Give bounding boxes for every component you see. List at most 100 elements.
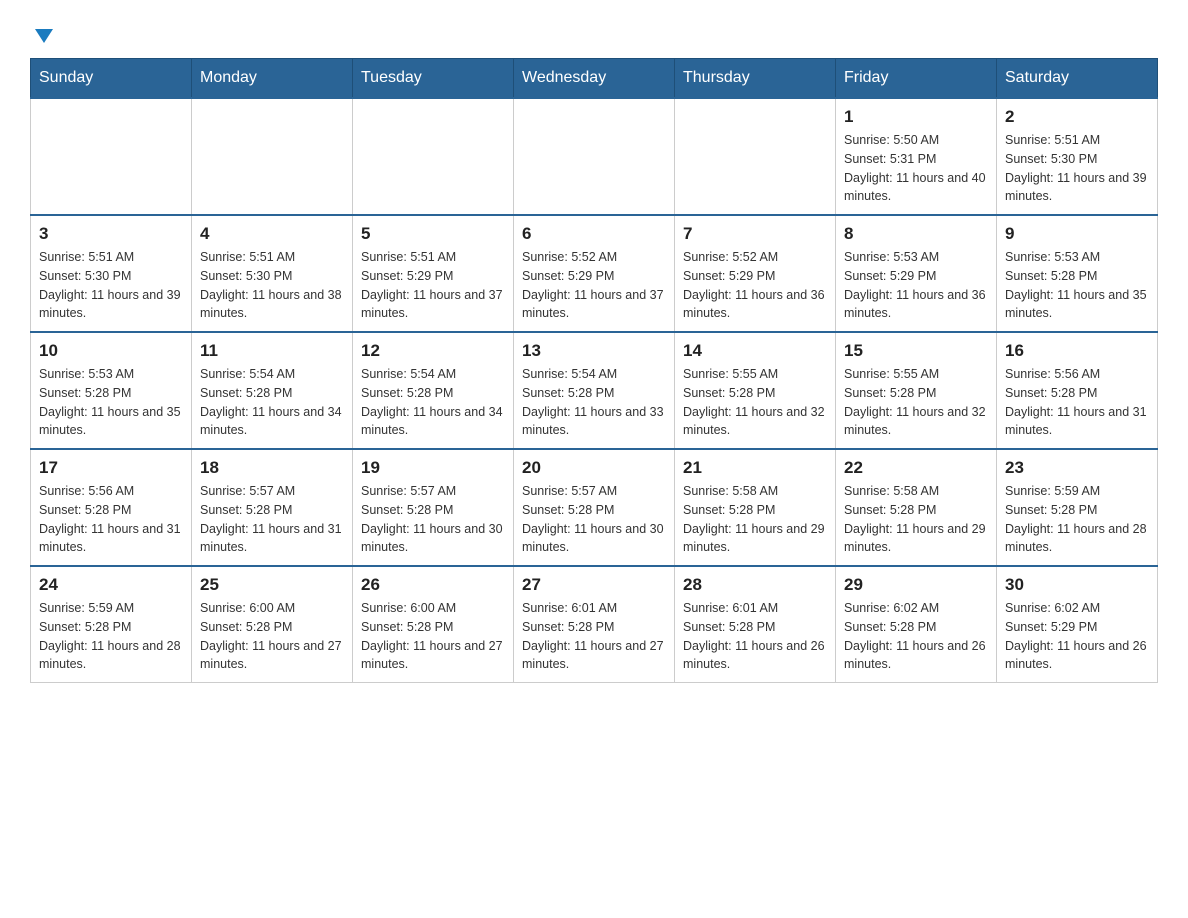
day-info: Sunset: 5:28 PM [361, 618, 505, 637]
day-info: Sunrise: 5:51 AM [1005, 131, 1149, 150]
day-info: Sunrise: 5:54 AM [200, 365, 344, 384]
day-of-week-header: Wednesday [514, 59, 675, 99]
day-info: Daylight: 11 hours and 29 minutes. [683, 520, 827, 558]
day-info: Sunset: 5:30 PM [1005, 150, 1149, 169]
day-info: Sunrise: 5:51 AM [200, 248, 344, 267]
day-number: 19 [361, 458, 505, 478]
calendar-cell: 27Sunrise: 6:01 AMSunset: 5:28 PMDayligh… [514, 566, 675, 683]
day-info: Sunrise: 5:56 AM [39, 482, 183, 501]
calendar-week-row: 10Sunrise: 5:53 AMSunset: 5:28 PMDayligh… [31, 332, 1158, 449]
calendar-table: SundayMondayTuesdayWednesdayThursdayFrid… [30, 58, 1158, 683]
day-info: Daylight: 11 hours and 37 minutes. [522, 286, 666, 324]
calendar-cell: 7Sunrise: 5:52 AMSunset: 5:29 PMDaylight… [675, 215, 836, 332]
day-info: Sunset: 5:28 PM [1005, 267, 1149, 286]
day-info: Daylight: 11 hours and 34 minutes. [361, 403, 505, 441]
day-number: 2 [1005, 107, 1149, 127]
day-of-week-header: Sunday [31, 59, 192, 99]
day-info: Daylight: 11 hours and 26 minutes. [844, 637, 988, 675]
day-info: Sunrise: 5:54 AM [361, 365, 505, 384]
day-info: Sunset: 5:28 PM [200, 501, 344, 520]
page-header [30, 20, 1158, 48]
calendar-cell: 17Sunrise: 5:56 AMSunset: 5:28 PMDayligh… [31, 449, 192, 566]
day-info: Daylight: 11 hours and 26 minutes. [683, 637, 827, 675]
day-number: 12 [361, 341, 505, 361]
calendar-cell: 12Sunrise: 5:54 AMSunset: 5:28 PMDayligh… [353, 332, 514, 449]
day-info: Daylight: 11 hours and 26 minutes. [1005, 637, 1149, 675]
day-info: Daylight: 11 hours and 33 minutes. [522, 403, 666, 441]
day-info: Sunrise: 5:56 AM [1005, 365, 1149, 384]
calendar-week-row: 17Sunrise: 5:56 AMSunset: 5:28 PMDayligh… [31, 449, 1158, 566]
day-info: Sunrise: 5:58 AM [683, 482, 827, 501]
day-info: Sunset: 5:28 PM [522, 501, 666, 520]
calendar-cell: 19Sunrise: 5:57 AMSunset: 5:28 PMDayligh… [353, 449, 514, 566]
day-number: 4 [200, 224, 344, 244]
day-info: Sunset: 5:28 PM [200, 384, 344, 403]
day-number: 5 [361, 224, 505, 244]
day-info: Daylight: 11 hours and 39 minutes. [39, 286, 183, 324]
day-info: Daylight: 11 hours and 27 minutes. [522, 637, 666, 675]
calendar-cell: 4Sunrise: 5:51 AMSunset: 5:30 PMDaylight… [192, 215, 353, 332]
day-info: Daylight: 11 hours and 37 minutes. [361, 286, 505, 324]
calendar-cell: 25Sunrise: 6:00 AMSunset: 5:28 PMDayligh… [192, 566, 353, 683]
day-info: Sunset: 5:28 PM [522, 384, 666, 403]
day-info: Sunset: 5:28 PM [39, 501, 183, 520]
day-number: 8 [844, 224, 988, 244]
day-number: 11 [200, 341, 344, 361]
calendar-cell: 18Sunrise: 5:57 AMSunset: 5:28 PMDayligh… [192, 449, 353, 566]
day-info: Sunset: 5:28 PM [39, 384, 183, 403]
day-number: 3 [39, 224, 183, 244]
day-number: 24 [39, 575, 183, 595]
calendar-cell: 9Sunrise: 5:53 AMSunset: 5:28 PMDaylight… [997, 215, 1158, 332]
day-info: Daylight: 11 hours and 39 minutes. [1005, 169, 1149, 207]
calendar-cell: 22Sunrise: 5:58 AMSunset: 5:28 PMDayligh… [836, 449, 997, 566]
day-info: Sunrise: 6:00 AM [361, 599, 505, 618]
calendar-header: SundayMondayTuesdayWednesdayThursdayFrid… [31, 59, 1158, 99]
day-of-week-header: Thursday [675, 59, 836, 99]
day-info: Sunrise: 5:50 AM [844, 131, 988, 150]
calendar-cell: 10Sunrise: 5:53 AMSunset: 5:28 PMDayligh… [31, 332, 192, 449]
day-info: Sunrise: 6:01 AM [683, 599, 827, 618]
day-number: 9 [1005, 224, 1149, 244]
day-info: Sunrise: 5:57 AM [361, 482, 505, 501]
calendar-cell: 23Sunrise: 5:59 AMSunset: 5:28 PMDayligh… [997, 449, 1158, 566]
day-info: Sunset: 5:28 PM [39, 618, 183, 637]
day-info: Daylight: 11 hours and 36 minutes. [683, 286, 827, 324]
calendar-cell: 3Sunrise: 5:51 AMSunset: 5:30 PMDaylight… [31, 215, 192, 332]
day-number: 7 [683, 224, 827, 244]
day-info: Daylight: 11 hours and 29 minutes. [844, 520, 988, 558]
day-info: Sunset: 5:28 PM [1005, 501, 1149, 520]
day-number: 14 [683, 341, 827, 361]
day-info: Daylight: 11 hours and 32 minutes. [683, 403, 827, 441]
day-info: Sunrise: 5:53 AM [39, 365, 183, 384]
day-info: Sunset: 5:28 PM [522, 618, 666, 637]
day-info: Sunset: 5:29 PM [844, 267, 988, 286]
day-number: 16 [1005, 341, 1149, 361]
calendar-cell: 6Sunrise: 5:52 AMSunset: 5:29 PMDaylight… [514, 215, 675, 332]
day-info: Daylight: 11 hours and 31 minutes. [200, 520, 344, 558]
day-info: Sunrise: 5:55 AM [683, 365, 827, 384]
day-info: Sunrise: 5:52 AM [683, 248, 827, 267]
logo [30, 20, 55, 48]
day-info: Daylight: 11 hours and 40 minutes. [844, 169, 988, 207]
calendar-cell: 20Sunrise: 5:57 AMSunset: 5:28 PMDayligh… [514, 449, 675, 566]
day-info: Sunrise: 5:53 AM [1005, 248, 1149, 267]
calendar-cell: 14 Sunrise: 5:55 AMSunset: 5:28 PMDayligh… [675, 332, 836, 449]
day-of-week-header: Saturday [997, 59, 1158, 99]
day-info: Daylight: 11 hours and 30 minutes. [522, 520, 666, 558]
day-info: Sunset: 5:29 PM [522, 267, 666, 286]
day-info: Sunset: 5:28 PM [1005, 384, 1149, 403]
day-number: 23 [1005, 458, 1149, 478]
calendar-cell [514, 98, 675, 215]
day-number: 29 [844, 575, 988, 595]
day-info: Sunrise: 5:59 AM [1005, 482, 1149, 501]
calendar-cell: 30Sunrise: 6:02 AMSunset: 5:29 PMDayligh… [997, 566, 1158, 683]
day-info: Sunrise: 6:02 AM [844, 599, 988, 618]
calendar-cell: 8Sunrise: 5:53 AMSunset: 5:29 PMDaylight… [836, 215, 997, 332]
day-number: 17 [39, 458, 183, 478]
day-number: 22 [844, 458, 988, 478]
day-info: Sunset: 5:29 PM [361, 267, 505, 286]
day-info: Sunrise: 5:58 AM [844, 482, 988, 501]
calendar-cell: 1Sunrise: 5:50 AMSunset: 5:31 PMDaylight… [836, 98, 997, 215]
day-info: Sunrise: 5:51 AM [39, 248, 183, 267]
day-info: Sunset: 5:28 PM [683, 384, 827, 403]
